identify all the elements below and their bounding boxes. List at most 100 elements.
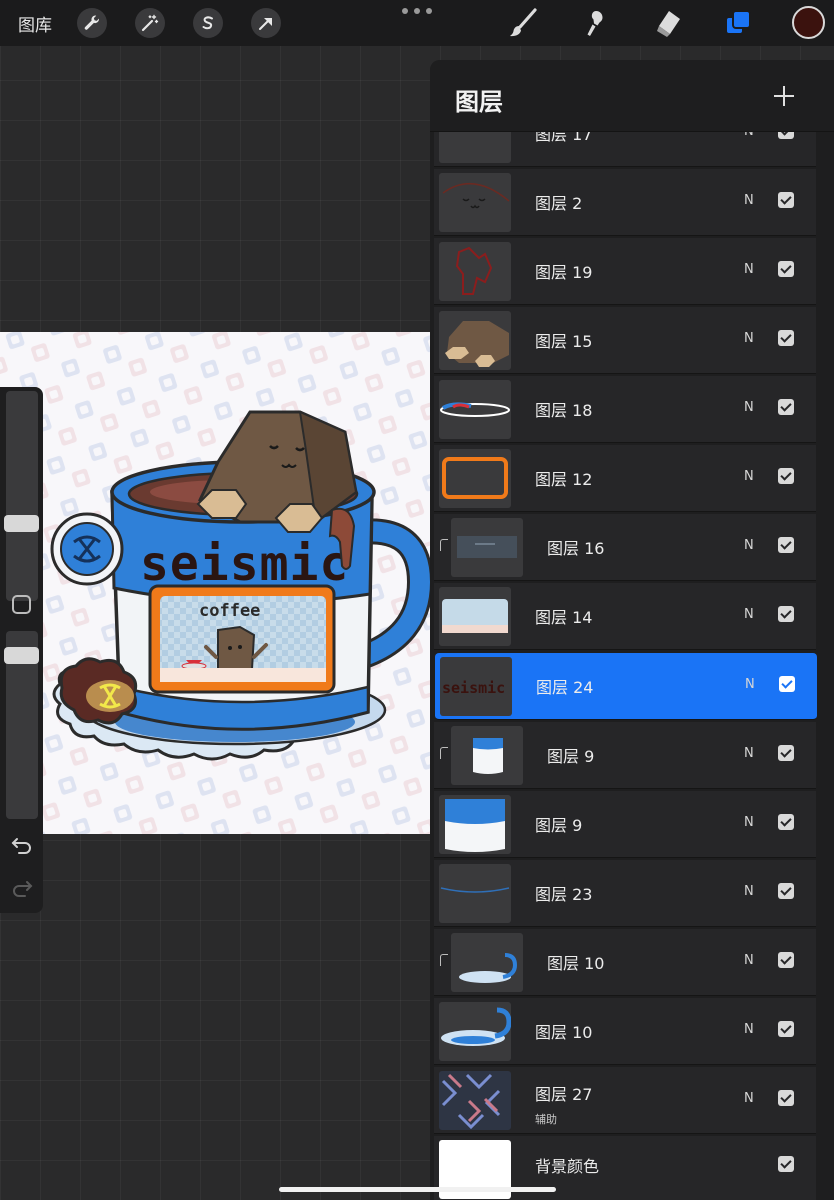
layer-thumbnail bbox=[439, 173, 511, 232]
blend-mode[interactable]: N bbox=[744, 607, 754, 622]
gallery-button[interactable]: 图库 bbox=[18, 11, 52, 36]
more-options-icon[interactable] bbox=[402, 4, 432, 18]
layer-row[interactable]: 图层 14 N bbox=[434, 583, 816, 650]
visibility-checkbox[interactable] bbox=[778, 814, 794, 830]
undo-icon[interactable] bbox=[9, 834, 35, 856]
layer-assist-label: 辅助 bbox=[535, 1113, 557, 1126]
visibility-checkbox[interactable] bbox=[778, 399, 794, 415]
blend-mode[interactable]: N bbox=[744, 262, 754, 277]
layers-panel-header: 图层 bbox=[430, 60, 834, 132]
panel-title: 图层 bbox=[455, 88, 503, 116]
selection-icon[interactable] bbox=[193, 8, 223, 38]
clipping-mask-icon bbox=[440, 747, 448, 759]
home-indicator[interactable] bbox=[279, 1187, 556, 1192]
blend-mode[interactable]: N bbox=[744, 815, 754, 830]
top-toolbar: 图库 bbox=[0, 0, 834, 46]
redo-icon[interactable] bbox=[9, 877, 35, 899]
brush-size-slider[interactable] bbox=[6, 391, 38, 601]
layer-thumbnail bbox=[451, 518, 523, 577]
left-sidebar bbox=[0, 387, 43, 913]
layer-row[interactable]: 图层 18 N bbox=[434, 376, 816, 443]
layer-name: 图层 9 bbox=[535, 816, 583, 835]
layer-name: 图层 23 bbox=[535, 885, 593, 904]
layer-row[interactable]: 图层 16 N bbox=[434, 514, 816, 581]
blend-mode[interactable]: N bbox=[744, 469, 754, 484]
magic-wand-icon[interactable] bbox=[135, 8, 165, 38]
visibility-checkbox[interactable] bbox=[778, 952, 794, 968]
add-layer-icon[interactable] bbox=[770, 82, 798, 110]
blend-mode[interactable]: N bbox=[744, 538, 754, 553]
layer-name: 图层 2 bbox=[535, 194, 583, 213]
layer-thumbnail: seismic bbox=[440, 657, 512, 716]
layer-thumbnail bbox=[439, 795, 511, 854]
blend-mode[interactable]: N bbox=[744, 1022, 754, 1037]
layer-list[interactable]: 图层 17 N 图层 2 N 图层 19 N 图层 bbox=[430, 60, 834, 1200]
visibility-checkbox[interactable] bbox=[778, 330, 794, 346]
blend-mode[interactable]: N bbox=[744, 193, 754, 208]
layer-row[interactable]: 图层 2 N bbox=[434, 169, 816, 236]
layer-name: 图层 15 bbox=[535, 332, 593, 351]
layer-name: 图层 18 bbox=[535, 401, 593, 420]
layer-name: 图层 14 bbox=[535, 608, 593, 627]
layer-row[interactable]: 图层 10 N bbox=[434, 929, 816, 996]
layer-name: 图层 27 bbox=[535, 1085, 593, 1104]
blend-mode[interactable]: N bbox=[744, 884, 754, 899]
visibility-checkbox[interactable] bbox=[778, 192, 794, 208]
window-text: coffee bbox=[199, 601, 260, 621]
visibility-checkbox[interactable] bbox=[778, 261, 794, 277]
smudge-icon[interactable] bbox=[578, 6, 612, 40]
blend-mode[interactable]: N bbox=[744, 746, 754, 761]
layer-name: 图层 19 bbox=[535, 263, 593, 282]
visibility-checkbox[interactable] bbox=[778, 1090, 794, 1106]
layer-name: 图层 10 bbox=[535, 1023, 593, 1042]
visibility-checkbox[interactable] bbox=[778, 1156, 794, 1172]
canvas-artwork[interactable]: seismic coffee bbox=[0, 332, 430, 834]
visibility-checkbox[interactable] bbox=[778, 1021, 794, 1037]
visibility-checkbox[interactable] bbox=[778, 745, 794, 761]
layer-name: 图层 16 bbox=[547, 539, 605, 558]
layer-thumbnail bbox=[439, 1002, 511, 1061]
color-picker-swatch[interactable] bbox=[792, 6, 825, 39]
layer-thumbnail bbox=[439, 242, 511, 301]
layer-row[interactable]: 图层 9 N bbox=[434, 791, 816, 858]
layer-thumbnail bbox=[439, 311, 511, 370]
visibility-checkbox[interactable] bbox=[778, 606, 794, 622]
transform-arrow-icon[interactable] bbox=[251, 8, 281, 38]
layer-row-selected[interactable]: seismic 图层 24 N bbox=[435, 653, 817, 720]
layer-name: 背景颜色 bbox=[535, 1157, 600, 1176]
layer-thumbnail bbox=[451, 726, 523, 785]
layer-name: 图层 9 bbox=[547, 747, 595, 766]
mug-text: seismic bbox=[140, 536, 349, 592]
eraser-icon[interactable] bbox=[650, 6, 684, 40]
layer-thumb-text: seismic bbox=[442, 679, 505, 697]
wrench-icon[interactable] bbox=[77, 8, 107, 38]
brush-size-knob[interactable] bbox=[4, 515, 39, 532]
layers-panel: 图层 17 N 图层 2 N 图层 19 N 图层 bbox=[430, 60, 834, 1200]
layer-name: 图层 12 bbox=[535, 470, 593, 489]
blend-mode[interactable]: N bbox=[744, 400, 754, 415]
brush-icon[interactable] bbox=[506, 6, 540, 40]
layer-row[interactable]: 图层 15 N bbox=[434, 307, 816, 374]
layer-row[interactable]: 图层 23 N bbox=[434, 860, 816, 927]
clipping-mask-icon bbox=[440, 539, 448, 551]
layer-row[interactable]: 图层 27 辅助 N bbox=[434, 1067, 816, 1134]
visibility-checkbox[interactable] bbox=[778, 537, 794, 553]
blend-mode[interactable]: N bbox=[745, 677, 755, 692]
opacity-knob[interactable] bbox=[4, 647, 39, 664]
layer-row[interactable]: 图层 19 N bbox=[434, 238, 816, 305]
layer-thumbnail bbox=[439, 380, 511, 439]
visibility-checkbox[interactable] bbox=[778, 468, 794, 484]
blend-mode[interactable]: N bbox=[744, 1091, 754, 1106]
layer-thumbnail bbox=[439, 449, 511, 508]
layer-row[interactable]: 图层 10 N bbox=[434, 998, 816, 1065]
visibility-checkbox[interactable] bbox=[779, 676, 795, 692]
visibility-checkbox[interactable] bbox=[778, 883, 794, 899]
layer-name: 图层 10 bbox=[547, 954, 605, 973]
layer-row[interactable]: 图层 9 N bbox=[434, 722, 816, 789]
blend-mode[interactable]: N bbox=[744, 953, 754, 968]
blend-mode[interactable]: N bbox=[744, 331, 754, 346]
layers-icon[interactable] bbox=[721, 6, 755, 40]
layer-thumbnail bbox=[439, 864, 511, 923]
modify-button[interactable] bbox=[12, 595, 31, 614]
layer-row[interactable]: 图层 12 N bbox=[434, 445, 816, 512]
